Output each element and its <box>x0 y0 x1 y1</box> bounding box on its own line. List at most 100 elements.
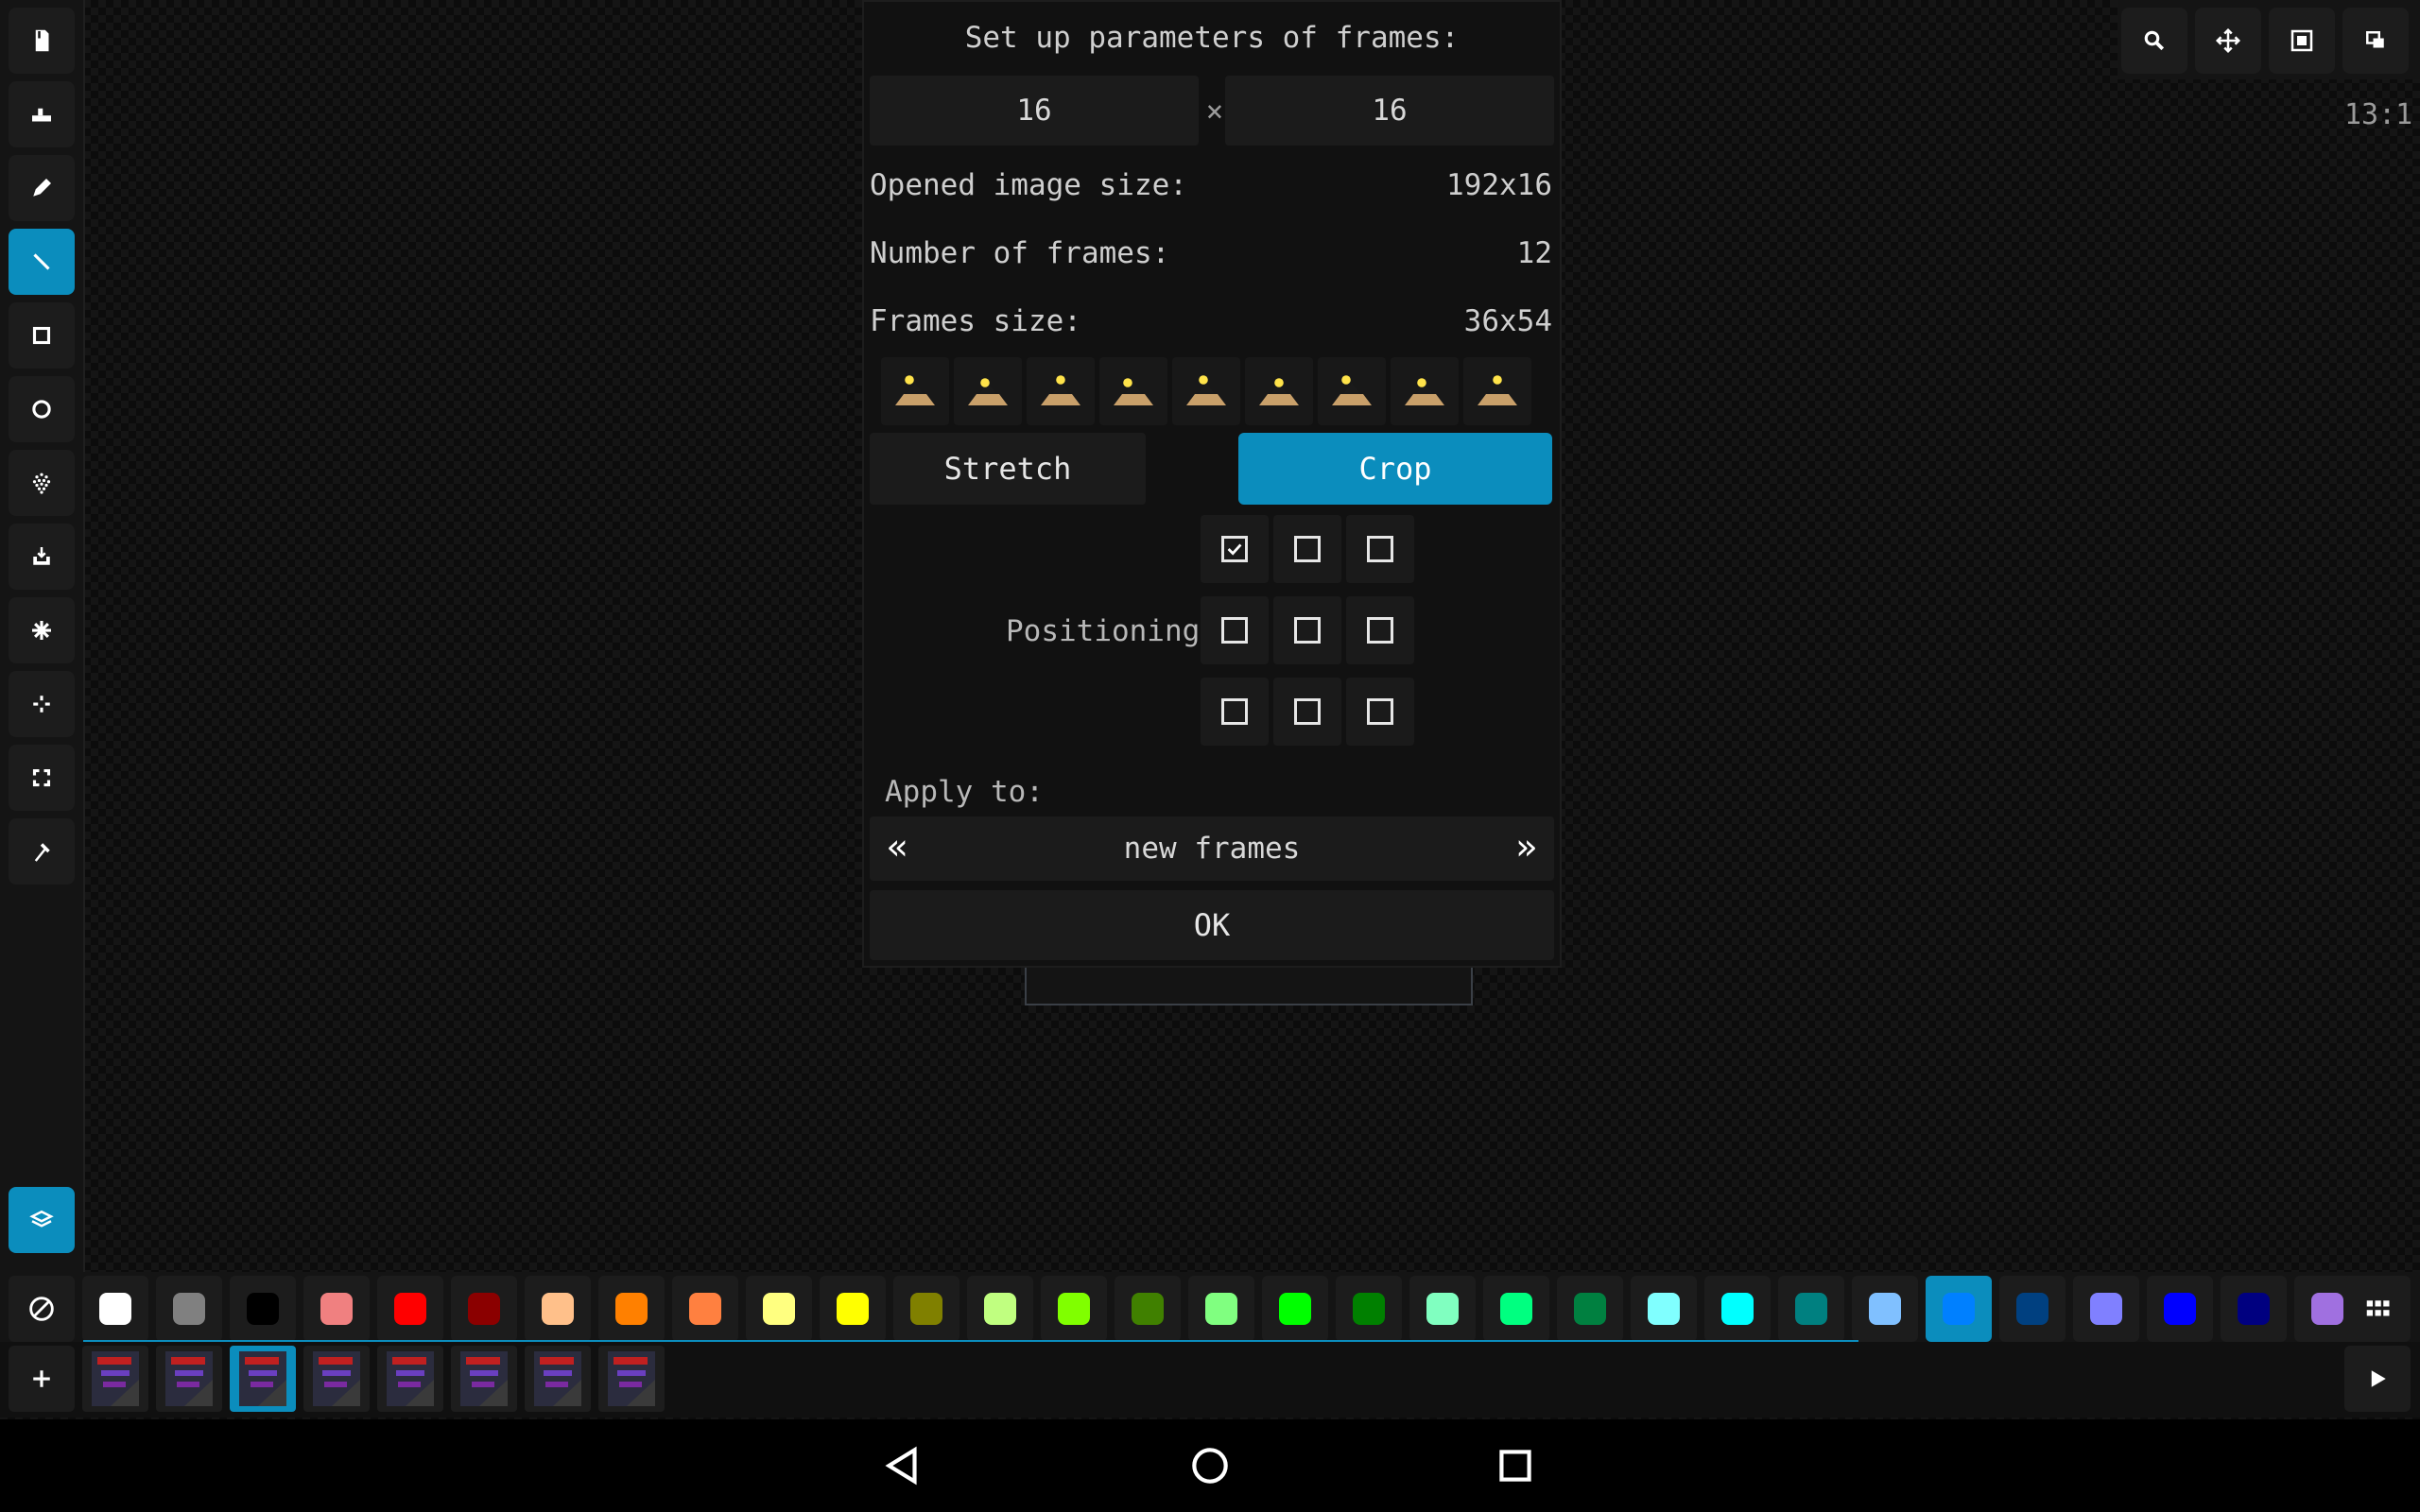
palette-swatch[interactable] <box>1557 1276 1623 1342</box>
swatch-color <box>1132 1293 1164 1325</box>
palette-swatch[interactable] <box>1852 1276 1918 1342</box>
swatch-color <box>763 1293 795 1325</box>
swatch-color <box>1353 1293 1385 1325</box>
layers-icon[interactable] <box>9 1187 75 1253</box>
palette-swatch[interactable] <box>672 1276 738 1342</box>
frame-thumbnail[interactable] <box>598 1346 665 1412</box>
palette-swatch[interactable] <box>2147 1276 2213 1342</box>
palette-swatch[interactable] <box>1999 1276 2066 1342</box>
frame-thumbnail[interactable] <box>230 1346 296 1412</box>
add-frame-icon[interactable] <box>9 1346 75 1412</box>
frame-height-input[interactable]: 16 <box>1225 76 1554 146</box>
palette-swatch[interactable] <box>1409 1276 1476 1342</box>
palette-swatch[interactable] <box>1704 1276 1771 1342</box>
new-file-icon[interactable] <box>9 8 75 74</box>
duplicate-icon[interactable] <box>2342 8 2409 74</box>
palette-swatch[interactable] <box>303 1276 370 1342</box>
positioning-checkbox[interactable] <box>1273 596 1341 664</box>
palette-swatch[interactable] <box>1926 1276 1992 1342</box>
grid-icon[interactable] <box>2344 1276 2411 1342</box>
spray-icon[interactable] <box>9 450 75 516</box>
palette-swatch[interactable] <box>1631 1276 1697 1342</box>
palette-swatch[interactable] <box>1336 1276 1402 1342</box>
positioning-checkbox[interactable] <box>1346 678 1414 746</box>
next-option-button[interactable]: » <box>1515 826 1537 868</box>
palette-swatch[interactable] <box>1041 1276 1107 1342</box>
palette-swatch[interactable] <box>377 1276 443 1342</box>
no-color-icon[interactable] <box>9 1276 75 1342</box>
frame-image <box>387 1351 434 1406</box>
palette-swatch[interactable] <box>525 1276 591 1342</box>
view-toolbar <box>2118 0 2420 79</box>
rectangle-icon[interactable] <box>9 302 75 369</box>
swatch-color <box>1721 1293 1754 1325</box>
palette-swatch[interactable] <box>1778 1276 1844 1342</box>
palette-swatch[interactable] <box>598 1276 665 1342</box>
effect-icon[interactable] <box>9 597 75 663</box>
home-icon[interactable] <box>1186 1442 1234 1489</box>
back-icon[interactable] <box>879 1442 926 1489</box>
frame-thumbnail[interactable] <box>156 1346 222 1412</box>
opened-size-value: 192x16 <box>1446 168 1552 202</box>
unchecked-box-icon <box>1367 698 1393 725</box>
positioning-checkbox[interactable] <box>1346 596 1414 664</box>
fill-icon[interactable] <box>9 524 75 590</box>
frame-thumbnail[interactable] <box>303 1346 370 1412</box>
swatch-color <box>910 1293 942 1325</box>
color-picker-icon[interactable] <box>9 818 75 885</box>
frame-preview-thumbnail <box>1318 357 1386 425</box>
palette-swatch[interactable] <box>1262 1276 1328 1342</box>
unchecked-box-icon <box>1221 698 1248 725</box>
recents-icon[interactable] <box>1492 1442 1539 1489</box>
positioning-checkbox[interactable] <box>1273 678 1341 746</box>
palette-swatch[interactable] <box>1188 1276 1254 1342</box>
select-icon[interactable] <box>9 745 75 811</box>
positioning-checkbox[interactable] <box>1273 515 1341 583</box>
frame-thumbnail[interactable] <box>377 1346 443 1412</box>
palette-swatch[interactable] <box>230 1276 296 1342</box>
palette-swatch[interactable] <box>82 1276 148 1342</box>
num-frames-value: 12 <box>1516 236 1552 270</box>
crop-button[interactable]: Crop <box>1238 433 1552 505</box>
positioning-checkbox[interactable] <box>1346 515 1414 583</box>
previous-option-button[interactable]: « <box>887 826 908 868</box>
palette-swatch[interactable] <box>893 1276 959 1342</box>
pan-icon[interactable] <box>2195 8 2261 74</box>
swatch-color <box>394 1293 426 1325</box>
palette-swatch[interactable] <box>2073 1276 2139 1342</box>
frame-thumbnail[interactable] <box>525 1346 591 1412</box>
search-icon[interactable] <box>2121 8 2187 74</box>
circle-icon[interactable] <box>9 376 75 442</box>
unchecked-box-icon <box>1294 617 1321 644</box>
move-icon[interactable] <box>9 671 75 737</box>
palette-swatch[interactable] <box>2221 1276 2287 1342</box>
positioning-checkbox[interactable] <box>1201 596 1269 664</box>
apply-to-label: Apply to: <box>885 775 1044 809</box>
swatch-color <box>2090 1293 2122 1325</box>
palette-swatch[interactable] <box>967 1276 1033 1342</box>
system-navigation-bar <box>0 1419 2420 1512</box>
positioning-checkbox[interactable] <box>1201 678 1269 746</box>
line-icon[interactable] <box>9 229 75 295</box>
palette-swatch[interactable] <box>451 1276 517 1342</box>
eraser-icon[interactable] <box>9 81 75 147</box>
frame-thumbnail[interactable] <box>451 1346 517 1412</box>
frame-thumbnail[interactable] <box>82 1346 148 1412</box>
positioning-label: Positioning <box>1006 614 1201 648</box>
swatch-color <box>542 1293 574 1325</box>
pencil-icon[interactable] <box>9 155 75 221</box>
apply-to-value: new frames <box>1123 832 1301 866</box>
palette-swatch[interactable] <box>746 1276 812 1342</box>
frame-image <box>460 1351 508 1406</box>
play-icon[interactable] <box>2344 1346 2411 1412</box>
palette-swatch[interactable] <box>156 1276 222 1342</box>
ok-button[interactable]: OK <box>870 890 1554 960</box>
stretch-button[interactable]: Stretch <box>870 433 1146 505</box>
palette-swatch[interactable] <box>1115 1276 1181 1342</box>
frame-width-input[interactable]: 16 <box>870 76 1199 146</box>
swatch-color <box>1574 1293 1606 1325</box>
palette-swatch[interactable] <box>1483 1276 1549 1342</box>
fit-screen-icon[interactable] <box>2269 8 2335 74</box>
positioning-checkbox[interactable] <box>1201 515 1269 583</box>
palette-swatch[interactable] <box>820 1276 886 1342</box>
